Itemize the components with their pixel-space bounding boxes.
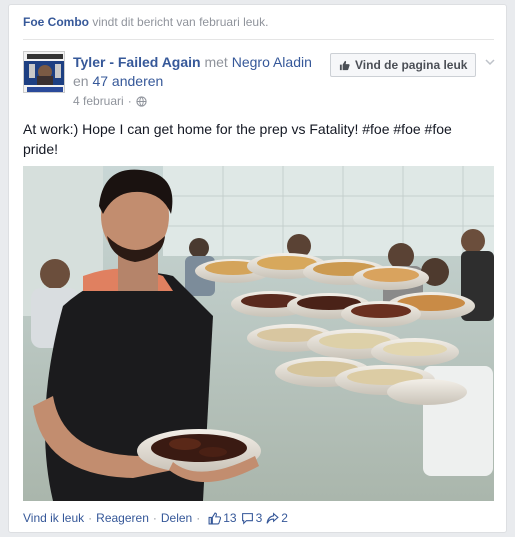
post-actions: Vind ik leuk · Reageren · Delen · 13 3 2 bbox=[23, 511, 288, 525]
like-page-button[interactable]: Vind de pagina leuk bbox=[330, 53, 477, 77]
post-photo[interactable] bbox=[23, 166, 494, 501]
story-header: Foe Combo vindt dit bericht van februari… bbox=[23, 15, 268, 29]
thumbs-up-icon bbox=[339, 60, 350, 70]
others-link[interactable]: 47 anderen bbox=[92, 73, 163, 89]
avatar-image bbox=[24, 52, 64, 92]
chevron-down-icon[interactable] bbox=[483, 55, 497, 69]
like-link[interactable]: Vind ik leuk bbox=[23, 511, 84, 525]
comments-count: 3 bbox=[255, 511, 263, 525]
with-word: met bbox=[204, 54, 228, 70]
post-author-line: Tyler - Failed Again met Negro Aladin en… bbox=[73, 53, 323, 91]
post-date-link[interactable]: 4 februari bbox=[73, 94, 124, 108]
thumbs-up-icon bbox=[208, 512, 222, 524]
comment-link[interactable]: Reageren bbox=[96, 511, 149, 525]
author-avatar[interactable] bbox=[23, 51, 65, 93]
shares-count-button[interactable]: 2 bbox=[266, 511, 288, 525]
post-text: At work:) Hope I can get home for the pr… bbox=[23, 121, 452, 157]
post-meta: 4 februari · bbox=[73, 94, 147, 108]
comment-icon bbox=[241, 512, 253, 525]
story-action-text: vindt dit bericht van februari leuk. bbox=[92, 15, 269, 29]
shares-count: 2 bbox=[281, 511, 288, 525]
story-actor-link[interactable]: Foe Combo bbox=[23, 15, 89, 29]
post-author-link[interactable]: Tyler - Failed Again bbox=[73, 54, 201, 70]
like-page-label: Vind de pagina leuk bbox=[355, 58, 468, 72]
tagged-user-link[interactable]: Negro Aladin bbox=[232, 54, 312, 70]
and-word: en bbox=[73, 73, 89, 89]
likes-count-button[interactable]: 13 bbox=[208, 511, 237, 525]
share-link[interactable]: Delen bbox=[161, 511, 192, 525]
comments-count-button[interactable]: 3 bbox=[241, 511, 263, 525]
post-photo-image bbox=[23, 166, 494, 501]
globe-icon[interactable] bbox=[136, 95, 147, 107]
share-icon bbox=[266, 511, 280, 524]
likes-count: 13 bbox=[223, 511, 237, 525]
feed-story-card: Foe Combo vindt dit bericht van februari… bbox=[8, 4, 507, 533]
header-divider bbox=[23, 39, 494, 40]
